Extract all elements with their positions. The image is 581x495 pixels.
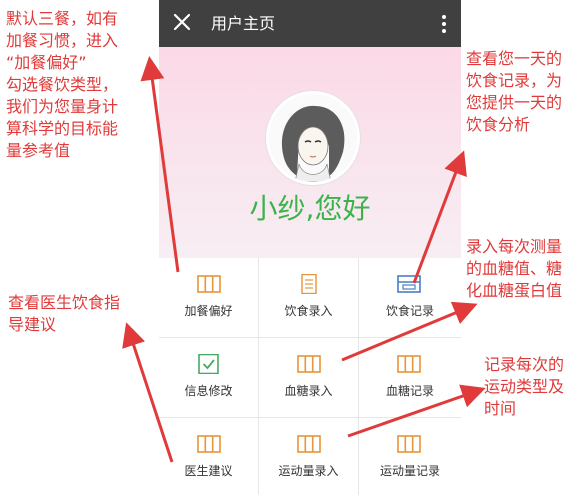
- arrow-diet-record: [412, 150, 467, 284]
- annotation-arrows: [122, 56, 486, 463]
- arrow-glucose: [341, 301, 478, 362]
- arrow-doctor: [122, 322, 174, 463]
- arrow-exercise: [347, 384, 486, 438]
- arrow-snack: [140, 56, 180, 273]
